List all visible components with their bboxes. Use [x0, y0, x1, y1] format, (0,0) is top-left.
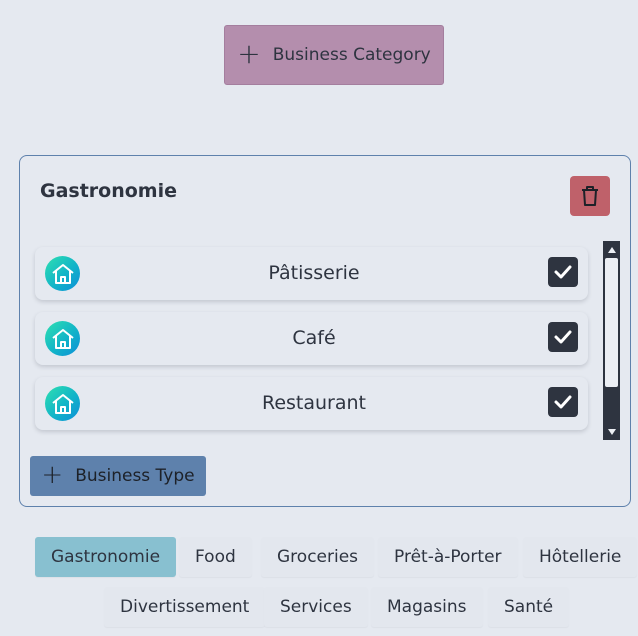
home-icon — [45, 386, 80, 421]
add-business-category-button[interactable]: + Business Category — [224, 25, 444, 85]
check-icon — [554, 395, 572, 409]
check-icon — [554, 330, 572, 344]
home-icon — [45, 321, 80, 356]
type-checkbox-restaurant[interactable] — [548, 387, 578, 417]
plus-icon: + — [237, 36, 261, 70]
add-business-category-label: Business Category — [272, 45, 431, 65]
add-business-type-button[interactable]: + Business Type — [30, 456, 206, 496]
tag-food[interactable]: Food — [179, 537, 252, 577]
scrollbar-thumb[interactable] — [605, 258, 618, 387]
tag-pret-a-porter[interactable]: Prêt-à-Porter — [378, 537, 518, 577]
tag-hotellerie[interactable]: Hôtellerie — [523, 537, 638, 577]
type-checkbox-patisserie[interactable] — [548, 257, 578, 287]
delete-category-button[interactable] — [570, 176, 610, 216]
type-checkbox-cafe[interactable] — [548, 322, 578, 352]
tag-sante[interactable]: Santé — [488, 587, 570, 627]
tag-groceries[interactable]: Groceries — [261, 537, 375, 577]
scroll-down-arrow-icon[interactable] — [603, 423, 620, 440]
add-business-type-label: Business Type — [75, 466, 195, 486]
category-title: Gastronomie — [40, 180, 178, 202]
trash-icon — [582, 186, 598, 206]
home-icon — [45, 256, 80, 291]
tag-services[interactable]: Services — [264, 587, 368, 627]
check-icon — [554, 265, 572, 279]
type-label: Pâtisserie — [268, 262, 360, 284]
tag-divertissement[interactable]: Divertissement — [104, 587, 266, 627]
tag-magasins[interactable]: Magasins — [371, 587, 483, 627]
scroll-up-arrow-icon[interactable] — [603, 241, 620, 258]
tag-gastronomie[interactable]: Gastronomie — [35, 537, 177, 577]
plus-icon: + — [41, 459, 64, 490]
type-label: Café — [292, 327, 336, 349]
type-label: Restaurant — [261, 392, 367, 414]
